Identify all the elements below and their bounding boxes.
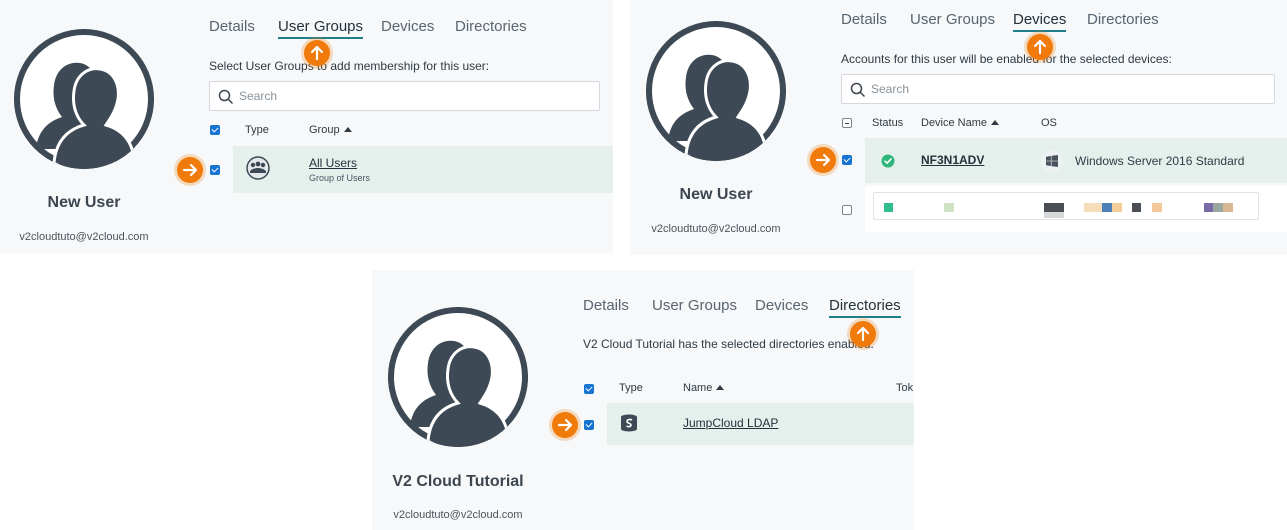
search-icon: [218, 89, 234, 105]
user-avatar: [14, 29, 154, 169]
arrow-up-badge: [1027, 34, 1053, 60]
user-name: New User: [679, 186, 753, 203]
group-name-link[interactable]: All Users: [309, 156, 357, 170]
check-circle-icon: [881, 154, 895, 168]
os-icon-wrap: [1041, 150, 1063, 172]
arrow-right-badge: [177, 157, 203, 183]
column-status: Status: [872, 117, 904, 129]
tab-devices[interactable]: Devices: [1013, 11, 1067, 32]
search-input[interactable]: Search: [841, 74, 1275, 104]
tab-directories[interactable]: Directories: [455, 18, 527, 35]
tab-user-groups[interactable]: User Groups: [910, 11, 995, 28]
tab-user-groups[interactable]: User Groups: [652, 297, 737, 314]
user-silhouette-icon: [14, 29, 154, 169]
arrow-right-icon: [815, 153, 831, 167]
windows-icon: [1046, 155, 1058, 167]
search-icon: [850, 82, 866, 98]
user-silhouette-icon: [388, 307, 528, 447]
arrow-up-icon: [856, 326, 870, 342]
caret-up-icon: [991, 120, 1000, 125]
tab-details[interactable]: Details: [209, 18, 255, 35]
row-checkbox[interactable]: [842, 205, 852, 215]
devices-panel: New User v2cloudtuto@v2cloud.com Details…: [630, 0, 1287, 255]
caret-up-icon: [716, 385, 725, 390]
directory-name-link[interactable]: JumpCloud LDAP: [683, 416, 778, 430]
user-groups-panel: New User v2cloudtuto@v2cloud.com Details…: [0, 0, 613, 253]
tab-details[interactable]: Details: [841, 11, 887, 28]
redacted-content: [873, 192, 1259, 220]
ldap-icon: [621, 414, 637, 432]
user-email: v2cloudtuto@v2cloud.com: [651, 223, 781, 235]
arrow-right-icon: [557, 418, 573, 432]
table-row[interactable]: JumpCloud LDAP: [607, 403, 914, 445]
device-os: Windows Server 2016 Standard: [1075, 154, 1245, 168]
table-row-redacted[interactable]: [865, 186, 1287, 232]
column-os: OS: [1041, 117, 1057, 129]
column-name[interactable]: Name: [683, 382, 725, 394]
user-name: V2 Cloud Tutorial: [392, 473, 524, 490]
row-checkbox[interactable]: [584, 420, 594, 430]
column-group[interactable]: Group: [309, 124, 352, 136]
arrow-up-icon: [1033, 39, 1047, 55]
arrow-right-badge: [810, 147, 836, 173]
column-type: Type: [245, 124, 269, 136]
arrow-up-badge: [304, 40, 330, 66]
instruction-text: V2 Cloud Tutorial has the selected direc…: [583, 337, 874, 351]
group-icon: [246, 156, 270, 180]
row-checkbox[interactable]: [842, 155, 852, 165]
user-avatar: [388, 307, 528, 447]
column-token: Tok: [896, 382, 914, 394]
tab-details[interactable]: Details: [583, 297, 629, 314]
arrow-up-icon: [310, 45, 324, 61]
arrow-right-icon: [182, 163, 198, 177]
select-all-checkbox[interactable]: [842, 118, 852, 128]
table-row[interactable]: All Users Group of Users: [233, 146, 613, 193]
arrow-right-badge: [552, 412, 578, 438]
arrow-up-badge: [850, 321, 876, 347]
column-type: Type: [619, 382, 643, 394]
column-device-name[interactable]: Device Name: [921, 117, 1000, 129]
user-email: v2cloudtuto@v2cloud.com: [393, 509, 523, 521]
caret-up-icon: [343, 127, 352, 132]
tab-user-groups[interactable]: User Groups: [278, 18, 364, 39]
tab-directories[interactable]: Directories: [1087, 11, 1159, 28]
instruction-text: Select User Groups to add membership for…: [209, 59, 490, 73]
instruction-text: Accounts for this user will be enabled f…: [841, 52, 1172, 66]
tab-directories[interactable]: Directories: [829, 297, 901, 318]
select-all-checkbox[interactable]: [584, 384, 594, 394]
user-email: v2cloudtuto@v2cloud.com: [19, 231, 149, 243]
table-row[interactable]: NF3N1ADV Windows Server 2016 Standard: [865, 138, 1287, 183]
search-input[interactable]: Search: [209, 81, 600, 111]
row-checkbox[interactable]: [210, 165, 220, 175]
select-all-checkbox[interactable]: [210, 125, 220, 135]
group-description: Group of Users: [309, 173, 371, 183]
user-silhouette-icon: [646, 21, 786, 161]
user-name: New User: [47, 194, 121, 211]
tab-devices[interactable]: Devices: [381, 18, 434, 35]
search-placeholder: Search: [239, 89, 278, 103]
directories-panel: V2 Cloud Tutorial v2cloudtuto@v2cloud.co…: [372, 270, 914, 530]
tab-devices[interactable]: Devices: [755, 297, 808, 314]
search-placeholder: Search: [871, 82, 910, 96]
user-avatar: [646, 21, 786, 161]
device-name-link[interactable]: NF3N1ADV: [921, 153, 984, 167]
